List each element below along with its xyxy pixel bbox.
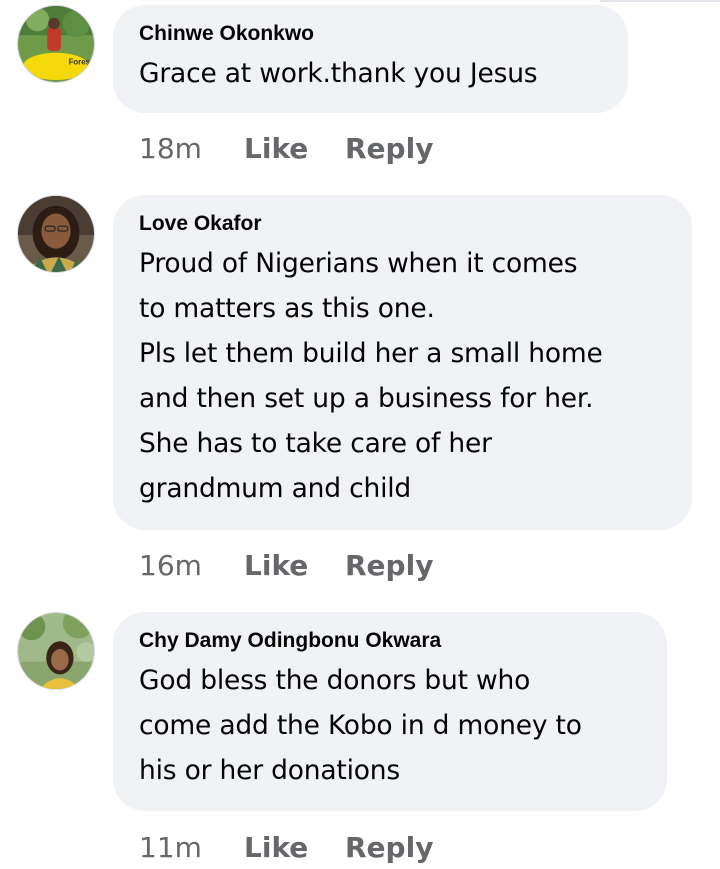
reply-button[interactable]: Reply [345, 831, 433, 864]
reply-button[interactable]: Reply [345, 549, 433, 582]
comment-text: God bless the donors but who come add th… [139, 665, 582, 786]
like-button[interactable]: Like [244, 132, 345, 165]
comment-timestamp[interactable]: 16m [139, 549, 244, 582]
comment-bubble[interactable]: Chy Damy Odingbonu Okwara God bless the … [113, 612, 667, 811]
comment-bubble[interactable]: Love Okafor Proud of Nigerians when it c… [113, 195, 692, 530]
comment-text: Proud of Nigerians when it comes to matt… [139, 248, 603, 504]
avatar[interactable] [17, 612, 95, 690]
comment-author[interactable]: Chy Damy Odingbonu Okwara [139, 628, 643, 654]
comment-actions: 11m Like Reply [139, 827, 433, 867]
avatar-image: Forester [18, 6, 94, 82]
comment-actions: 18m Like Reply [139, 128, 433, 168]
reply-button[interactable]: Reply [345, 132, 433, 165]
avatar[interactable]: Forester [17, 5, 95, 83]
like-button[interactable]: Like [244, 549, 345, 582]
avatar-badge-text: Forester [69, 57, 94, 66]
comment-author[interactable]: Chinwe Okonkwo [139, 21, 604, 47]
comment-timestamp[interactable]: 11m [139, 831, 244, 864]
like-button[interactable]: Like [244, 831, 345, 864]
comment-thread: Forester Chinwe Okonkwo Grace at work.th… [0, 0, 720, 869]
avatar-image [18, 613, 94, 689]
comment-actions: 16m Like Reply [139, 545, 433, 585]
comment-timestamp[interactable]: 18m [139, 132, 244, 165]
comment-text: Grace at work.thank you Jesus [139, 58, 538, 89]
avatar[interactable] [17, 195, 95, 273]
comment-bubble[interactable]: Chinwe Okonkwo Grace at work.thank you J… [113, 5, 628, 113]
divider [600, 0, 720, 2]
avatar-image [18, 196, 94, 272]
comment-author[interactable]: Love Okafor [139, 211, 668, 237]
